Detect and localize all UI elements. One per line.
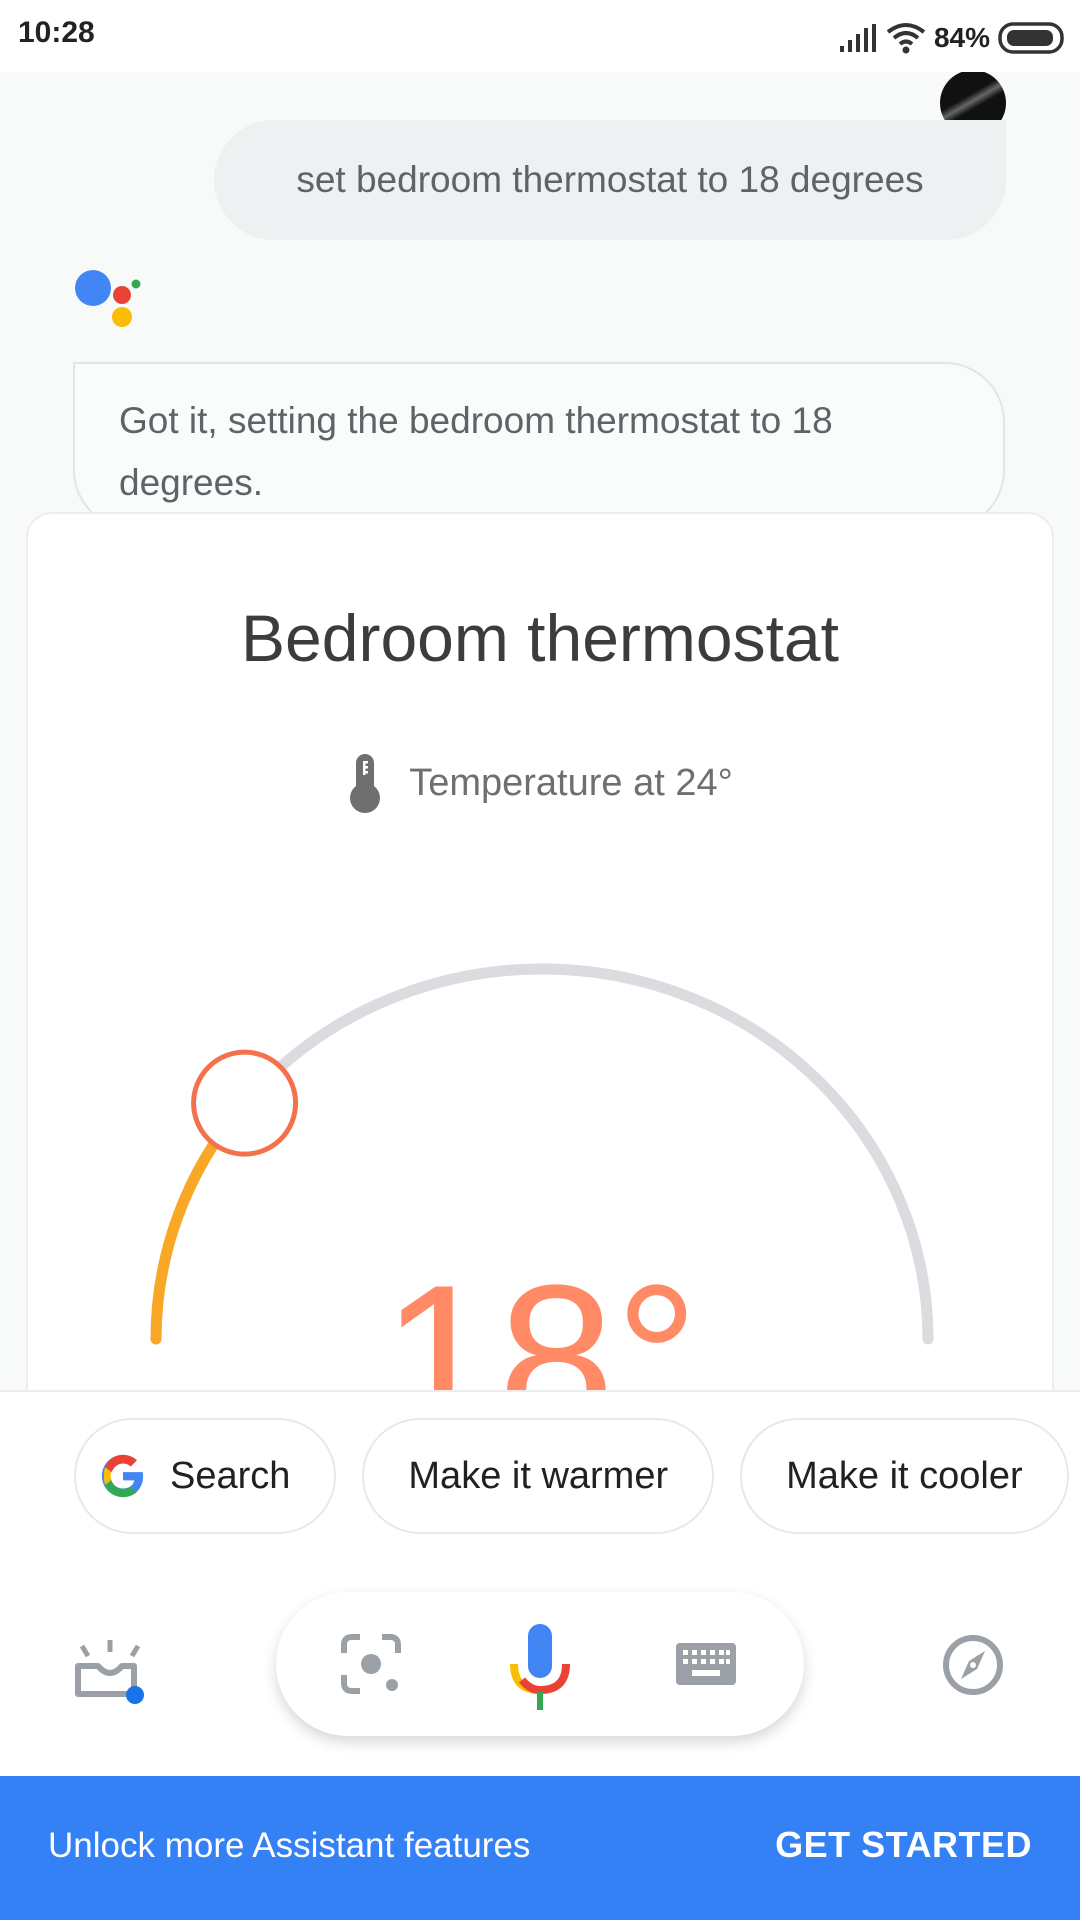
status-bar: 10:28 84% [0, 0, 1080, 72]
suggestion-chip-label: Make it cooler [786, 1454, 1023, 1497]
banner-text: Unlock more Assistant features [48, 1826, 531, 1865]
input-toolbar [276, 1592, 804, 1736]
suggestion-chip-label: Search [170, 1454, 291, 1497]
lens-button[interactable] [338, 1630, 404, 1698]
bottom-sheet: Search Make it warmer Make it cooler [0, 1390, 1080, 1777]
microphone-button[interactable] [506, 1620, 574, 1716]
explore-compass-icon [943, 1635, 1003, 1695]
keyboard-icon [676, 1643, 736, 1685]
thermostat-card: Bedroom thermostat Temperature at 24° 18… [26, 512, 1054, 1464]
status-icons: 84% [838, 18, 1064, 58]
promo-banner: Unlock more Assistant features GET START… [0, 1776, 1080, 1920]
microphone-icon [510, 1624, 570, 1710]
updates-inbox-icon [75, 1640, 144, 1704]
status-time: 10:28 [18, 16, 95, 49]
keyboard-button[interactable] [674, 1632, 738, 1696]
battery-percent: 84% [933, 22, 990, 53]
signal-icon [839, 24, 876, 52]
suggestion-chip-label: Make it warmer [408, 1454, 669, 1497]
assistant-message-text: Got it, setting the bedroom thermostat t… [119, 400, 833, 503]
assistant-message-bubble: Got it, setting the bedroom thermostat t… [73, 362, 1005, 530]
suggestion-chip-search[interactable]: Search [74, 1418, 337, 1534]
wifi-icon [886, 23, 926, 54]
user-message-text: set bedroom thermostat to 18 degrees [296, 159, 924, 200]
get-started-button[interactable]: GET STARTED [775, 1824, 1032, 1866]
user-message-bubble: set bedroom thermostat to 18 degrees [214, 120, 1006, 240]
assistant-logo-icon [75, 270, 141, 327]
google-g-icon [101, 1454, 144, 1498]
suggestion-chips: Search Make it warmer Make it cooler [74, 1418, 1069, 1534]
suggestion-chip-make-warmer[interactable]: Make it warmer [362, 1418, 715, 1534]
lens-icon [341, 1634, 401, 1694]
suggestion-chip-make-cooler[interactable]: Make it cooler [740, 1418, 1069, 1534]
updates-button[interactable] [72, 1632, 148, 1708]
explore-button[interactable] [940, 1632, 1006, 1698]
dial-knob[interactable] [191, 1049, 299, 1157]
battery-icon [998, 22, 1064, 54]
